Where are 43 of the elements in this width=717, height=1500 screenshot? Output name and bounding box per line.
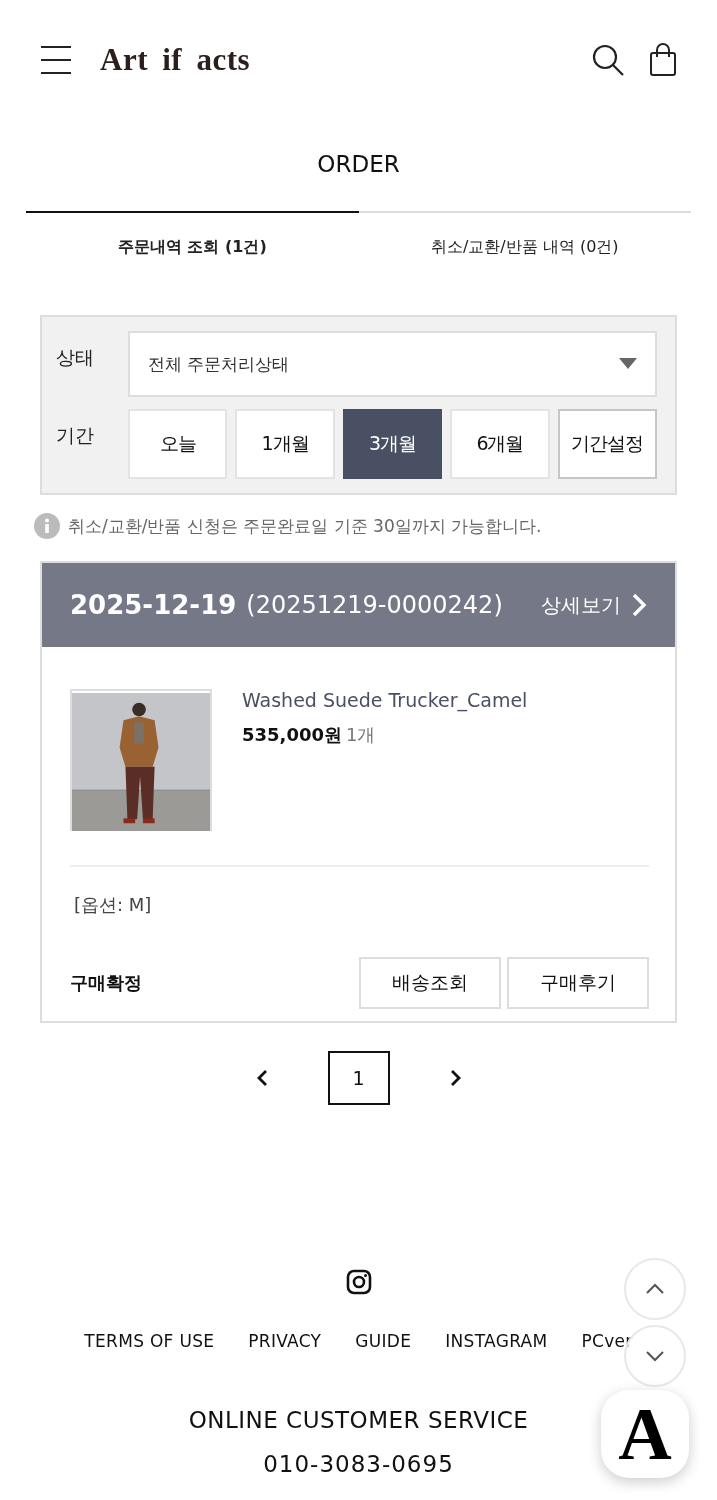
footer-link[interactable]: GUIDE bbox=[355, 1331, 412, 1351]
product-price: 535,000원 bbox=[242, 724, 342, 745]
logo[interactable]: Art if acts bbox=[100, 42, 251, 78]
page-title: ORDER bbox=[316, 151, 401, 179]
order-date: 2025-12-19 bbox=[70, 590, 237, 620]
footer-link[interactable]: TERMS OF USE bbox=[84, 1331, 215, 1351]
chevron-down-icon bbox=[645, 1350, 665, 1362]
page-number[interactable]: 1 bbox=[327, 1051, 390, 1105]
next-page-icon[interactable] bbox=[449, 1069, 462, 1087]
app-button[interactable]: A bbox=[601, 1390, 689, 1478]
instagram-icon[interactable] bbox=[345, 1269, 372, 1295]
chevron-right-icon bbox=[631, 593, 647, 617]
footer-link[interactable]: PRIVACY bbox=[248, 1331, 322, 1351]
footer-link[interactable]: INSTAGRAM bbox=[445, 1331, 548, 1351]
previous-page-icon[interactable] bbox=[255, 1069, 268, 1087]
tab[interactable]: 취소/교환/반품 내역 (0건) bbox=[358, 211, 691, 270]
menu-icon[interactable] bbox=[40, 44, 72, 76]
chevron-up-icon bbox=[645, 1283, 665, 1295]
order-number: (20251219-0000242) bbox=[246, 591, 503, 619]
order-status: 구매확정 bbox=[70, 971, 142, 995]
info-icon bbox=[34, 513, 60, 539]
period-button[interactable]: 오늘 bbox=[128, 409, 228, 479]
detail-link[interactable]: 상세보기 bbox=[541, 591, 647, 619]
shopping-bag-icon[interactable] bbox=[649, 43, 677, 77]
product-name[interactable]: Washed Suede Trucker_Camel bbox=[242, 689, 528, 711]
product-option: [옵션: M] bbox=[70, 867, 649, 917]
product-quantity: 1개 bbox=[346, 724, 376, 745]
caret-icon bbox=[619, 358, 637, 370]
phone-number: 010-3083-0695 bbox=[263, 1451, 454, 1477]
search-icon[interactable] bbox=[591, 43, 625, 77]
footer-link[interactable]: PCver bbox=[581, 1331, 633, 1351]
filter-label: 상태 bbox=[56, 345, 95, 370]
period-button[interactable]: 기간설정 bbox=[557, 409, 658, 479]
action-button[interactable]: 구매후기 bbox=[507, 957, 649, 1009]
action-button[interactable]: 배송조회 bbox=[359, 957, 501, 1009]
tab[interactable]: 주문내역 조회 (1건) bbox=[26, 211, 359, 270]
status-dropdown[interactable]: 전체 주문처리상태 bbox=[128, 331, 657, 397]
period-button[interactable]: 1개월 bbox=[235, 409, 335, 479]
filter-label: 기간 bbox=[56, 423, 95, 448]
period-button[interactable]: 3개월 bbox=[342, 409, 443, 479]
period-button[interactable]: 6개월 bbox=[450, 409, 550, 479]
service-title: ONLINE CUSTOMER SERVICE bbox=[188, 1407, 529, 1433]
notice-text: 취소/교환/반품 신청은 주문완료일 기준 30일까지 가능합니다. bbox=[68, 514, 542, 538]
